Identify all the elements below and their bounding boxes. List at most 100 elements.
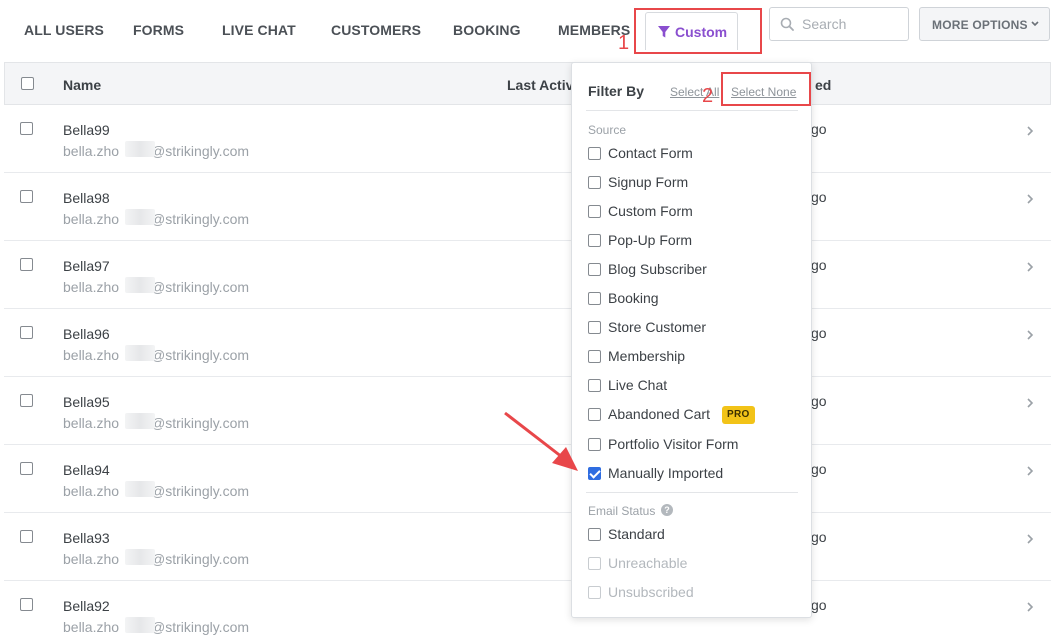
chevron-right-icon[interactable] xyxy=(1026,261,1034,273)
email-status-section-label: Email Status xyxy=(588,504,656,518)
divider xyxy=(586,492,798,493)
user-added: go xyxy=(811,393,827,409)
checkbox[interactable] xyxy=(588,379,601,392)
row-checkbox[interactable] xyxy=(20,326,33,339)
email-redaction xyxy=(125,413,155,429)
table-header: Name Last Activ ed xyxy=(4,62,1051,105)
checkbox-disabled xyxy=(588,557,601,570)
user-added: go xyxy=(811,529,827,545)
user-added: go xyxy=(811,325,827,341)
option-label: Booking xyxy=(608,290,659,306)
option-label: Pop-Up Form xyxy=(608,232,693,248)
chevron-right-icon[interactable] xyxy=(1026,465,1034,477)
user-name: Bella98 xyxy=(63,190,110,206)
user-name: Bella96 xyxy=(63,326,110,342)
option-label: Manually Imported xyxy=(608,465,724,481)
table-row[interactable]: Bella92 bella.zho @strikingly.com go xyxy=(4,581,1051,635)
user-email: bella.zho @strikingly.com xyxy=(63,619,250,635)
source-section-label: Source xyxy=(588,123,627,137)
user-email: bella.zho @strikingly.com xyxy=(63,211,250,227)
email-redaction xyxy=(125,209,155,225)
user-name: Bella95 xyxy=(63,394,110,410)
table-row[interactable]: Bella93 bella.zho @strikingly.com go xyxy=(4,513,1051,581)
checkbox[interactable] xyxy=(588,176,601,189)
option-label: Blog Subscriber xyxy=(608,261,707,277)
annotation-box-2 xyxy=(721,72,811,106)
option-label: Store Customer xyxy=(608,319,707,335)
search-box[interactable] xyxy=(769,7,909,41)
email-redaction xyxy=(125,141,155,157)
option-label: Membership xyxy=(608,348,686,364)
row-checkbox[interactable] xyxy=(20,462,33,475)
column-header-added[interactable]: ed xyxy=(815,77,831,93)
email-redaction xyxy=(125,617,155,633)
checkbox[interactable] xyxy=(588,263,601,276)
checkbox[interactable] xyxy=(588,147,601,160)
option-label: Custom Form xyxy=(608,203,693,219)
user-added: go xyxy=(811,121,827,137)
user-name: Bella94 xyxy=(63,462,110,478)
option-label: Unsubscribed xyxy=(608,584,694,600)
row-checkbox[interactable] xyxy=(20,258,33,271)
tab-live-chat[interactable]: LIVE CHAT xyxy=(222,22,296,38)
table-row[interactable]: Bella99 bella.zho @strikingly.com go xyxy=(4,105,1051,173)
select-all-checkbox[interactable] xyxy=(21,77,34,90)
pro-badge: PRO xyxy=(722,406,755,424)
chevron-right-icon[interactable] xyxy=(1026,533,1034,545)
search-icon xyxy=(780,17,794,31)
checkbox[interactable] xyxy=(588,350,601,363)
checkbox[interactable] xyxy=(588,292,601,305)
option-label: Abandoned Cart xyxy=(608,406,710,422)
user-name: Bella93 xyxy=(63,530,110,546)
annotation-arrow-icon xyxy=(504,411,578,471)
annotation-box-1 xyxy=(634,8,762,54)
user-name: Bella99 xyxy=(63,122,110,138)
row-checkbox[interactable] xyxy=(20,530,33,543)
user-email: bella.zho @strikingly.com xyxy=(63,483,250,499)
more-options-label: MORE OPTIONS xyxy=(932,18,1028,32)
column-header-last-active[interactable]: Last Activ xyxy=(507,77,573,93)
row-checkbox[interactable] xyxy=(20,122,33,135)
option-label: Contact Form xyxy=(608,145,693,161)
table-row[interactable]: Bella97 bella.zho @strikingly.com go xyxy=(4,241,1051,309)
option-label: Unreachable xyxy=(608,555,688,571)
chevron-right-icon[interactable] xyxy=(1026,397,1034,409)
tab-booking[interactable]: BOOKING xyxy=(453,22,521,38)
option-label: Live Chat xyxy=(608,377,668,393)
tab-all-users[interactable]: ALL USERS xyxy=(24,22,104,38)
user-email: bella.zho @strikingly.com xyxy=(63,551,250,567)
chevron-right-icon[interactable] xyxy=(1026,193,1034,205)
option-label: Portfolio Visitor Form xyxy=(608,436,739,452)
filter-dropdown: Filter By Select All Select None Source … xyxy=(571,62,812,618)
checkbox[interactable] xyxy=(588,234,601,247)
chevron-right-icon[interactable] xyxy=(1026,329,1034,341)
row-checkbox[interactable] xyxy=(20,190,33,203)
checkbox[interactable] xyxy=(588,528,601,541)
annotation-number-2: 2 xyxy=(702,85,714,107)
user-email: bella.zho @strikingly.com xyxy=(63,415,250,431)
user-added: go xyxy=(811,597,827,613)
checkbox-disabled xyxy=(588,586,601,599)
user-added: go xyxy=(811,461,827,477)
top-tab-bar: ALL USERS FORMS LIVE CHAT CUSTOMERS BOOK… xyxy=(0,0,1052,62)
row-checkbox[interactable] xyxy=(20,598,33,611)
email-redaction xyxy=(125,549,155,565)
option-label: Standard xyxy=(608,526,665,542)
table-row[interactable]: Bella96 bella.zho @strikingly.com go xyxy=(4,309,1051,377)
user-email: bella.zho @strikingly.com xyxy=(63,347,250,363)
checkbox[interactable] xyxy=(588,321,601,334)
email-redaction xyxy=(125,481,155,497)
chevron-right-icon[interactable] xyxy=(1026,125,1034,137)
user-added: go xyxy=(811,189,827,205)
table-row[interactable]: Bella98 bella.zho @strikingly.com go xyxy=(4,173,1051,241)
column-header-name[interactable]: Name xyxy=(63,77,101,93)
row-checkbox[interactable] xyxy=(20,394,33,407)
more-options-button[interactable]: MORE OPTIONS xyxy=(919,7,1050,41)
annotation-number-1: 1 xyxy=(618,32,630,54)
help-icon[interactable]: ? xyxy=(661,504,673,516)
tab-customers[interactable]: CUSTOMERS xyxy=(331,22,421,38)
tab-forms[interactable]: FORMS xyxy=(133,22,184,38)
checkbox[interactable] xyxy=(588,205,601,218)
chevron-right-icon[interactable] xyxy=(1026,601,1034,613)
search-input[interactable] xyxy=(802,14,902,34)
